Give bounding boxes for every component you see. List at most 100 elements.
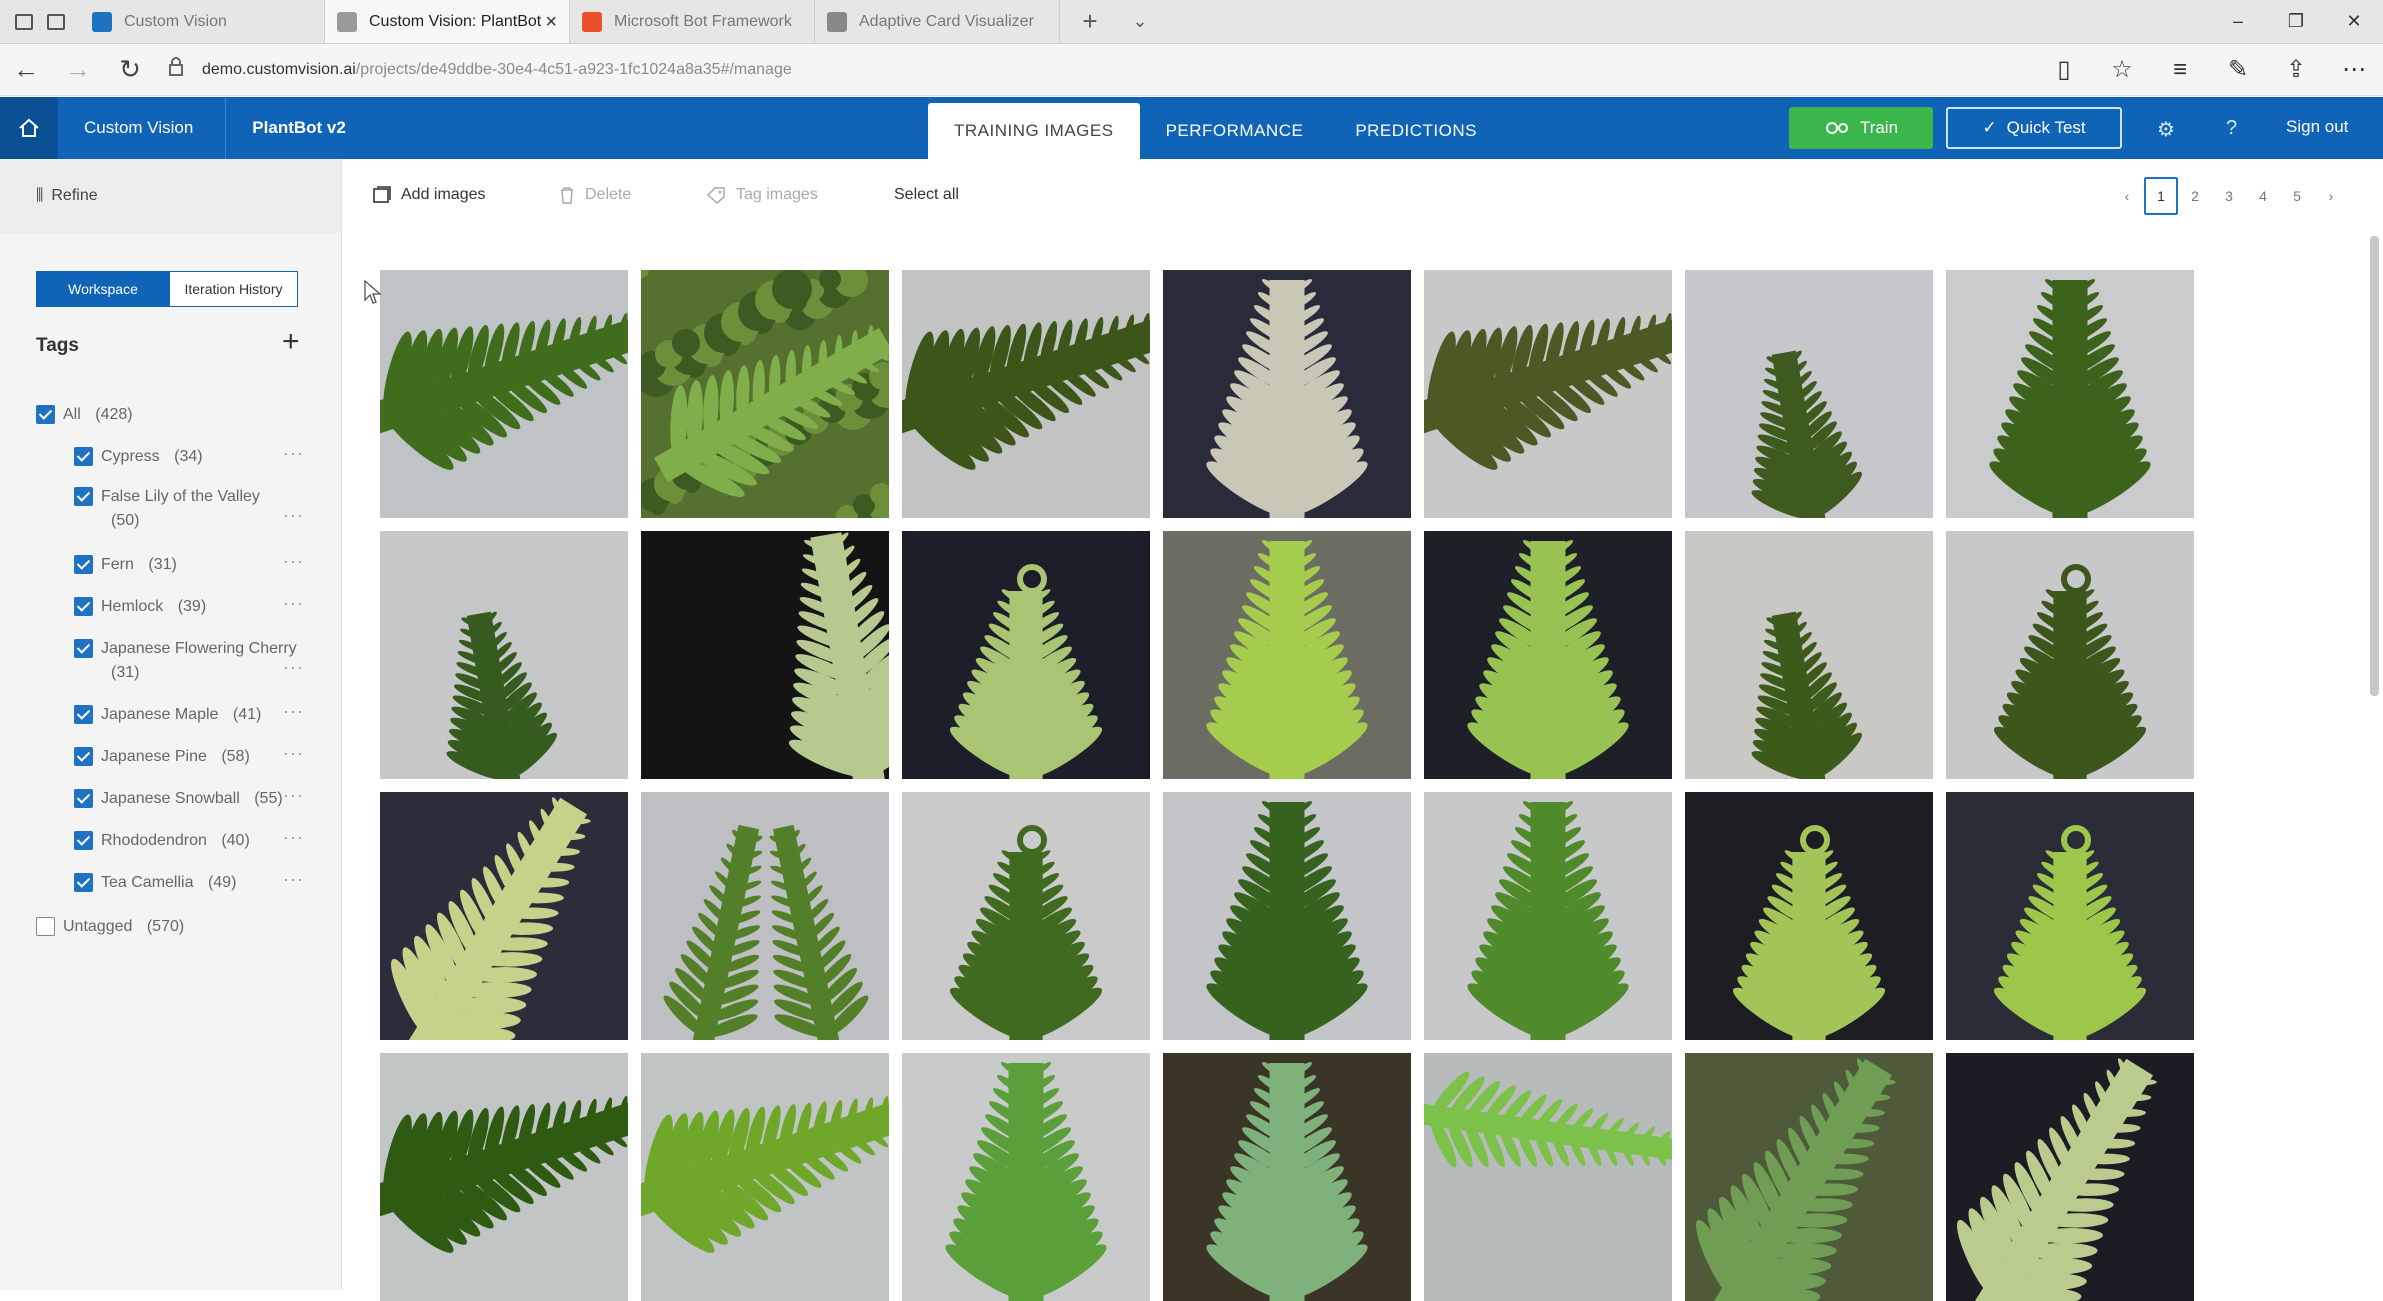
pager-next-chevron-icon[interactable]: ›	[2314, 177, 2348, 215]
tag-images-button[interactable]: Tag images	[706, 186, 818, 204]
browser-tab[interactable]: Custom Vision: PlantBot×	[325, 0, 570, 43]
page-scrollbar[interactable]	[2370, 236, 2379, 696]
select-all-button[interactable]: Select all	[894, 186, 959, 204]
tag-more-options-icon[interactable]: ···	[283, 827, 304, 848]
more-icon[interactable]: ⋯	[2325, 55, 2383, 84]
tag-row[interactable]: Japanese Flowering Cherry (31)	[74, 637, 300, 685]
tag-more-options-icon[interactable]: ···	[283, 869, 304, 890]
tag-more-options-icon[interactable]: ···	[283, 743, 304, 764]
tab-training-images[interactable]: TRAINING IMAGES	[928, 103, 1140, 159]
sign-out-link[interactable]: Sign out	[2286, 117, 2348, 137]
tag-checkbox[interactable]	[36, 405, 55, 424]
training-image-thumbnail[interactable]	[1946, 1053, 2194, 1301]
add-tag-plus-icon[interactable]: +	[282, 325, 300, 359]
tag-more-options-icon[interactable]: ···	[283, 551, 304, 572]
delete-button[interactable]: Delete	[559, 186, 631, 204]
tag-checkbox[interactable]	[74, 447, 93, 466]
tag-row[interactable]: All (428)	[36, 403, 296, 427]
hub-icon[interactable]: ≡	[2151, 56, 2209, 84]
training-image-thumbnail[interactable]	[1424, 1053, 1672, 1301]
training-image-thumbnail[interactable]	[1946, 270, 2194, 518]
training-image-thumbnail[interactable]	[1424, 531, 1672, 779]
training-image-thumbnail[interactable]	[902, 270, 1150, 518]
tab-close-icon[interactable]: ×	[545, 11, 557, 34]
tag-row[interactable]: Tea Camellia (49)	[74, 871, 300, 895]
tag-more-options-icon[interactable]: ···	[283, 443, 304, 464]
training-image-thumbnail[interactable]	[380, 531, 628, 779]
training-image-thumbnail[interactable]	[1946, 531, 2194, 779]
reading-view-icon[interactable]: ▯	[2035, 55, 2093, 84]
tab-predictions[interactable]: PREDICTIONS	[1329, 103, 1503, 159]
tag-more-options-icon[interactable]: ···	[283, 505, 304, 526]
training-image-thumbnail[interactable]	[641, 531, 889, 779]
breadcrumb-project[interactable]: PlantBot v2	[225, 97, 372, 159]
tag-row[interactable]: Hemlock (39)	[74, 595, 300, 619]
iteration-history-tab[interactable]: Iteration History	[170, 271, 298, 307]
tab-preview-chevron-icon[interactable]: ⌄	[1120, 0, 1160, 43]
back-icon[interactable]: ←	[0, 54, 52, 85]
tag-row[interactable]: Rhododendron (40)	[74, 829, 300, 853]
tag-checkbox[interactable]	[74, 639, 93, 658]
browser-tab[interactable]: Adaptive Card Visualizer	[815, 0, 1060, 43]
training-image-thumbnail[interactable]	[1685, 531, 1933, 779]
training-image-thumbnail[interactable]	[1685, 792, 1933, 1040]
new-tab-button[interactable]: +	[1060, 0, 1120, 43]
breadcrumb-custom-vision[interactable]: Custom Vision	[58, 97, 225, 159]
tag-checkbox[interactable]	[74, 487, 93, 506]
training-image-thumbnail[interactable]	[380, 1053, 628, 1301]
training-image-thumbnail[interactable]	[902, 792, 1150, 1040]
tag-more-options-icon[interactable]: ···	[283, 657, 304, 678]
training-image-thumbnail[interactable]	[902, 531, 1150, 779]
training-image-thumbnail[interactable]	[1163, 270, 1411, 518]
tag-checkbox[interactable]	[74, 555, 93, 574]
window-close-icon[interactable]: ✕	[2325, 11, 2383, 32]
tag-row[interactable]: False Lily of the Valley (50)	[74, 485, 300, 533]
training-image-thumbnail[interactable]	[1685, 1053, 1933, 1301]
training-image-thumbnail[interactable]	[641, 270, 889, 518]
tag-row[interactable]: Japanese Maple (41)	[74, 703, 300, 727]
tag-row[interactable]: Untagged (570)	[36, 915, 296, 939]
tab-performance[interactable]: PERFORMANCE	[1140, 103, 1330, 159]
pager-page[interactable]: 5	[2280, 177, 2314, 215]
training-image-thumbnail[interactable]	[1163, 531, 1411, 779]
add-images-button[interactable]: Add images	[373, 186, 486, 204]
tag-row[interactable]: Japanese Pine (58)	[74, 745, 300, 769]
training-image-thumbnail[interactable]	[1424, 270, 1672, 518]
workspace-tab[interactable]: Workspace	[36, 271, 170, 307]
home-button[interactable]	[0, 97, 58, 159]
training-image-thumbnail[interactable]	[380, 792, 628, 1040]
pager-page[interactable]: 1	[2144, 177, 2178, 215]
refresh-icon[interactable]: ↻	[104, 54, 156, 85]
training-image-thumbnail[interactable]	[1163, 1053, 1411, 1301]
tag-checkbox[interactable]	[74, 705, 93, 724]
settings-gear-icon[interactable]: ⚙	[2157, 117, 2175, 142]
tag-row[interactable]: Cypress (34)	[74, 445, 300, 469]
training-image-thumbnail[interactable]	[1685, 270, 1933, 518]
restore-icon[interactable]: ❐	[2267, 11, 2325, 32]
training-image-thumbnail[interactable]	[1946, 792, 2194, 1040]
tag-more-options-icon[interactable]: ···	[283, 785, 304, 806]
training-image-thumbnail[interactable]	[1163, 792, 1411, 1040]
favorite-star-icon[interactable]: ☆	[2093, 55, 2151, 84]
tag-checkbox[interactable]	[74, 597, 93, 616]
pager-page[interactable]: 4	[2246, 177, 2280, 215]
tag-checkbox[interactable]	[74, 831, 93, 850]
quick-test-button[interactable]: ✓ Quick Test	[1946, 107, 2122, 149]
pager-prev-chevron-icon[interactable]: ‹	[2110, 177, 2144, 215]
minimize-icon[interactable]: –	[2209, 11, 2267, 32]
forward-icon[interactable]: →	[52, 54, 104, 85]
refine-button[interactable]: ⫼ Refine	[0, 159, 341, 233]
pager-page[interactable]: 2	[2178, 177, 2212, 215]
training-image-thumbnail[interactable]	[902, 1053, 1150, 1301]
web-note-icon[interactable]: ✎	[2209, 55, 2267, 84]
lock-icon[interactable]	[156, 57, 196, 83]
tag-checkbox[interactable]	[74, 747, 93, 766]
tab-manager-icon[interactable]	[15, 14, 33, 30]
tag-checkbox[interactable]	[74, 873, 93, 892]
tag-checkbox[interactable]	[74, 789, 93, 808]
share-icon[interactable]: ⇪	[2267, 55, 2325, 84]
training-image-thumbnail[interactable]	[1424, 792, 1672, 1040]
set-aside-tabs-icon[interactable]	[47, 14, 65, 30]
tag-row[interactable]: Japanese Snowball (55)	[74, 787, 300, 811]
help-icon[interactable]: ?	[2226, 117, 2237, 140]
